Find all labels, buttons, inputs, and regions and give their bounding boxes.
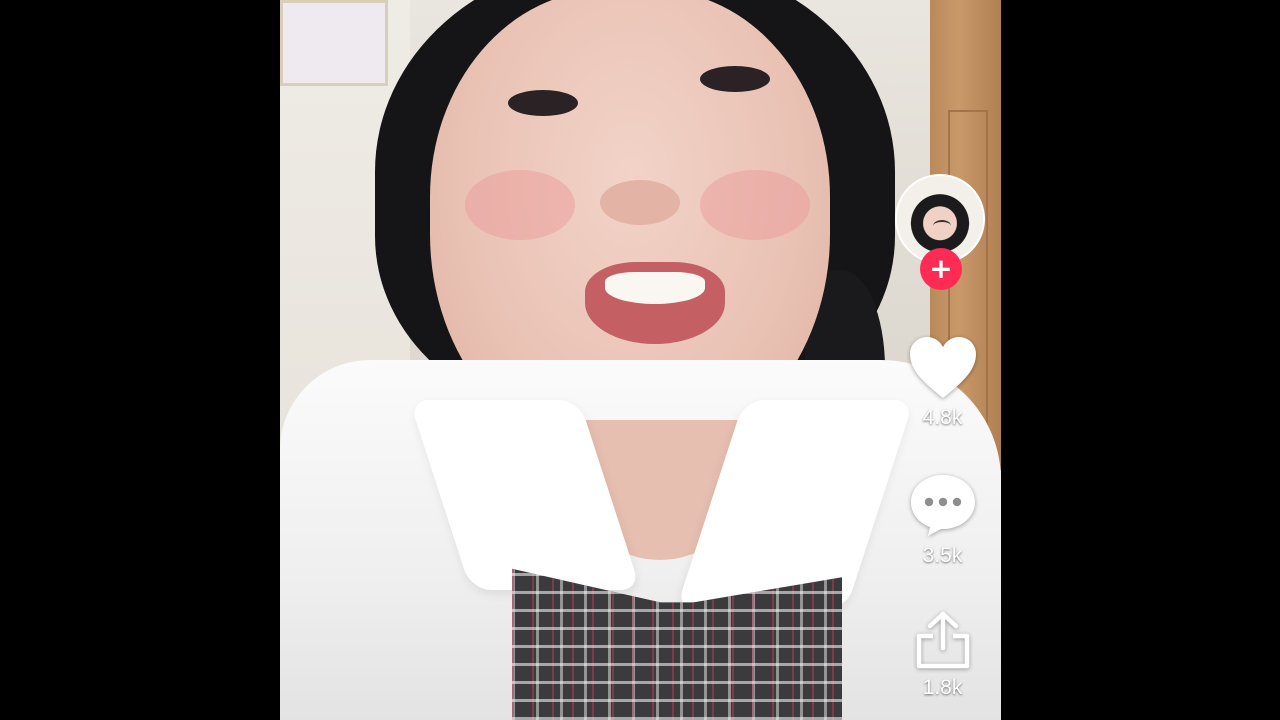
heart-icon <box>909 337 976 398</box>
video-scene-eye-right <box>700 66 770 92</box>
app-stage: + 4.8k 3.5k 1.8k <box>0 0 1280 720</box>
avatar-whisker-decoration <box>933 220 951 232</box>
comment-count: 3.5k <box>922 544 963 567</box>
video-scene-teeth <box>605 272 705 304</box>
video-player[interactable]: + 4.8k 3.5k 1.8k <box>280 0 1001 720</box>
like-count: 4.8k <box>922 406 963 429</box>
plus-icon: + <box>929 252 953 285</box>
like-button[interactable]: 4.8k <box>895 336 990 430</box>
share-button[interactable]: 1.8k <box>895 610 990 700</box>
video-scene-wall-picture <box>280 0 388 86</box>
video-scene-cheek-left <box>465 170 575 240</box>
video-scene-nose <box>600 180 680 225</box>
share-count: 1.8k <box>922 676 963 699</box>
speech-bubble-icon <box>910 475 975 536</box>
follow-button[interactable]: + <box>920 248 962 290</box>
comment-button[interactable]: 3.5k <box>895 472 990 568</box>
share-arrow-icon <box>916 611 969 669</box>
video-scene-eye-left <box>508 90 578 116</box>
video-scene-cheek-right <box>700 170 810 240</box>
action-rail: + 4.8k 3.5k 1.8k <box>895 0 990 720</box>
